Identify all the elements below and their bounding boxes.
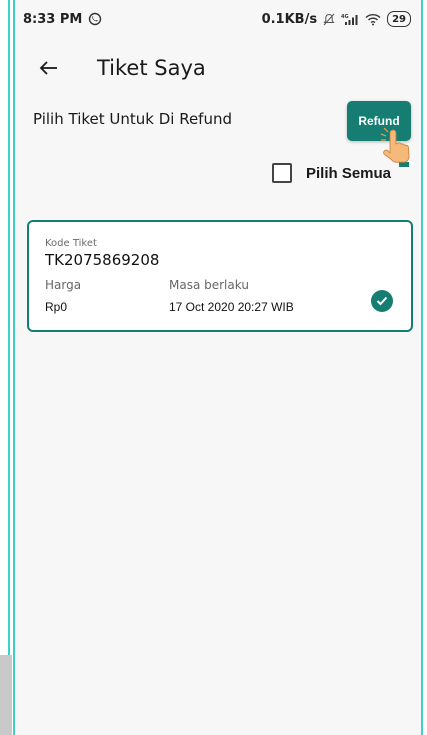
ticket-price-label: Harga [45,278,82,292]
status-time: 8:33 PM [23,11,83,27]
ticket-validity-label: Masa berlaku [169,278,249,292]
select-all-label: Pilih Semua [306,164,392,182]
background-patch [0,655,12,735]
ticket-validity: 17 Oct 2020 20:27 WIB [169,300,294,314]
status-right: 0.1KB/s 4G 29 [262,11,411,27]
battery-level: 29 [392,13,406,25]
back-button[interactable] [35,56,63,84]
svg-text:4G: 4G [341,14,349,20]
wifi-icon [365,13,381,26]
phone-screen: 8:33 PM 0.1KB/s 4G 29 Tiket Saya Pilih T… [13,0,423,735]
ticket-selected-check-icon[interactable] [371,290,393,312]
select-all-checkbox[interactable] [272,163,292,183]
network-speed: 0.1KB/s [261,11,318,27]
status-left: 8:33 PM [23,12,102,27]
ticket-code-label: Kode Tiket [45,238,97,249]
whatsapp-icon [88,12,102,26]
refund-subtitle: Pilih Tiket Untuk Di Refund [33,110,232,128]
back-arrow-icon [39,60,59,80]
ticket-code: TK2075869208 [45,251,160,269]
ticket-price: Rp0 [45,300,68,314]
signal-4g-icon: 4G [341,13,359,26]
frame-border [8,0,10,735]
page-title: Tiket Saya [97,56,206,80]
select-all-toggle[interactable]: Pilih Semua [272,163,391,183]
battery-icon: 29 [387,11,411,27]
status-bar: 8:33 PM 0.1KB/s 4G 29 [15,0,421,38]
ticket-card[interactable]: Kode Tiket TK2075869208 Harga Rp0 Masa b… [27,220,413,332]
mute-icon [323,13,335,26]
app-header: Tiket Saya [15,52,421,88]
